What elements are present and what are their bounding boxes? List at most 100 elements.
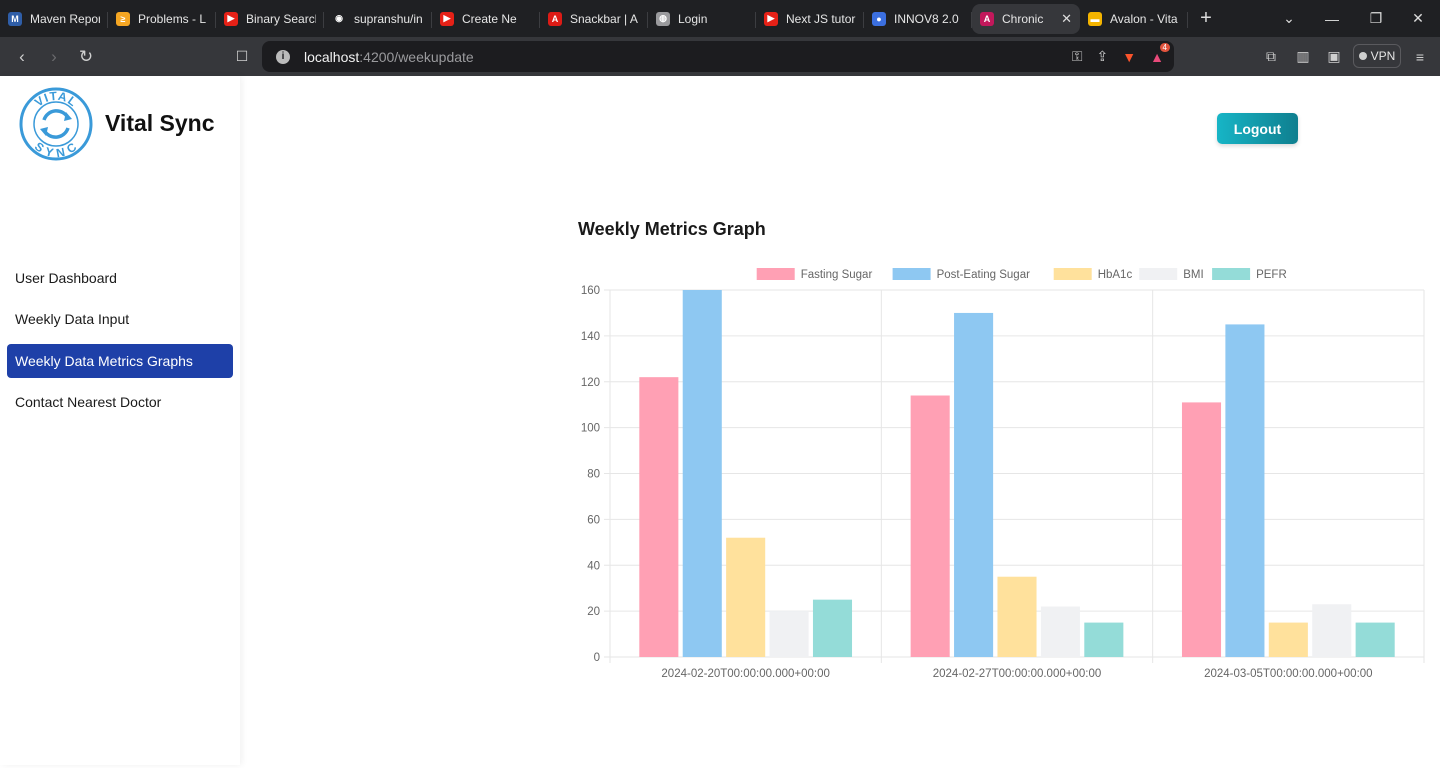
brave-shield-icon[interactable]: ▼ (1122, 49, 1136, 65)
tab-title: Binary Search (246, 11, 316, 26)
bar-fasting-sugar (1181, 402, 1222, 657)
tab-favicon-icon: ● (872, 11, 886, 26)
legend-label: PEFR (1256, 269, 1287, 281)
share-icon[interactable]: ⇪ (1097, 48, 1109, 65)
new-tab-button[interactable]: + (1192, 7, 1220, 30)
y-tick-label: 60 (587, 514, 600, 526)
brave-rewards-icon[interactable]: ▲ 4 (1150, 42, 1170, 65)
tab-title: Avalon - Vita (1110, 11, 1178, 26)
browser-tab[interactable]: ▶ Create Ne (432, 4, 540, 34)
forward-icon[interactable]: › (38, 41, 70, 73)
tab-search-icon[interactable]: ⌄ (1267, 0, 1311, 37)
minimize-icon[interactable]: — (1310, 0, 1354, 37)
sidebar-item-user-dashboard[interactable]: User Dashboard (7, 261, 233, 295)
page-title: Weekly Metrics Graph (578, 219, 766, 239)
bar-fasting-sugar (639, 377, 679, 657)
bookmark-icon[interactable]: ☐ (230, 37, 254, 76)
bar-post-eating-sugar (954, 312, 994, 657)
rewards-badge: 4 (1159, 42, 1170, 52)
browser-tab[interactable]: A Snackbar | A (540, 4, 648, 34)
legend-swatch (1053, 268, 1092, 280)
sidebar-nav: User Dashboard Weekly Data Input Weekly Da… (7, 261, 233, 426)
legend-swatch (1212, 268, 1251, 280)
tab-favicon-icon: ▶ (764, 11, 778, 26)
bar-pefr (1355, 622, 1395, 657)
legend-swatch (892, 268, 931, 280)
tab-strip: M Maven Repor ≥ Problems - L ▶ Binary Search ◉… (0, 3, 1188, 34)
logo-text-bottom: SYNC (32, 139, 79, 160)
svg-text:SYNC: SYNC (32, 139, 80, 160)
legend-label: HbA1c (1098, 269, 1133, 281)
y-tick-label: 100 (581, 423, 600, 435)
browser-tab[interactable]: A Chronic ✕ (972, 3, 1080, 34)
vpn-status-icon (1358, 52, 1367, 60)
extensions-icon[interactable]: ⧉ (1260, 37, 1282, 76)
browser-tab[interactable]: ◍ Login (648, 4, 756, 34)
wallet-icon[interactable]: ▣ (1323, 37, 1345, 76)
tab-title: Chronic (1002, 11, 1044, 26)
site-info-icon[interactable]: i (276, 49, 290, 64)
browser-tab-bar: M Maven Repor ≥ Problems - L ▶ Binary Search ◉… (0, 0, 1440, 37)
bar-pefr (812, 599, 853, 657)
bar-bmi (769, 611, 809, 657)
browser-tab[interactable]: ▬ Avalon - Vita (1080, 4, 1188, 34)
menu-icon[interactable]: ≡ (1409, 37, 1431, 76)
brand-name: Vital Sync (105, 110, 215, 136)
legend-label: Post-Eating Sugar (937, 269, 1031, 281)
back-icon[interactable]: ‹ (6, 41, 38, 73)
close-window-icon[interactable]: ✕ (1396, 0, 1440, 37)
sidebar: VITAL SYNC Vital Sync User Dashboard Week… (0, 76, 240, 765)
tab-favicon-icon: ▶ (224, 11, 238, 26)
close-tab-icon[interactable]: ✕ (1061, 11, 1072, 27)
weekly-metrics-chart: 0 20 40 60 80 100 120 140 160 2024-02-20T00:00:00… (581, 268, 1425, 680)
tab-title: supranshu/in (354, 11, 423, 26)
key-icon[interactable]: ⚿ (1072, 48, 1083, 65)
sidebar-toggle-icon[interactable]: ▥ (1292, 37, 1314, 76)
sidebar-item-weekly-data-metrics-graphs[interactable]: Weekly Data Metrics Graphs (7, 343, 233, 378)
logout-button[interactable]: Logout (1217, 113, 1298, 144)
legend-label: BMI (1183, 269, 1203, 281)
browser-tab[interactable]: ▶ Binary Search (216, 4, 324, 34)
legend-swatch (756, 268, 795, 280)
y-tick-label: 0 (594, 652, 600, 664)
tab-title: Maven Repor (30, 11, 100, 26)
x-tick-label: 2024-02-27T00:00:00.000+00:00 (933, 668, 1102, 680)
tab-favicon-icon: ≥ (116, 11, 130, 26)
y-tick-label: 120 (581, 377, 600, 389)
app-page: VITAL SYNC Vital Sync User Dashboard Week… (0, 76, 1440, 765)
tab-favicon-icon: A (980, 11, 994, 26)
x-tick-label: 2024-02-20T00:00:00.000+00:00 (661, 668, 830, 680)
bar-post-eating-sugar (1225, 324, 1265, 657)
tab-favicon-icon: ◉ (335, 13, 343, 23)
sidebar-item-contact-nearest-doctor[interactable]: Contact Nearest Doctor (7, 385, 233, 419)
address-bar[interactable]: i localhost:4200/weekupdate ⚿ ⇪ ▼ ▲ 4 (262, 41, 1174, 72)
tab-favicon-icon: ▬ (1088, 11, 1102, 26)
legend-label: Fasting Sugar (801, 269, 873, 281)
sidebar-item-weekly-data-input[interactable]: Weekly Data Input (7, 302, 233, 336)
browser-tab[interactable]: ▶ Next JS tutor (756, 4, 864, 34)
browser-tab[interactable]: ● INNOV8 2.0 (864, 4, 972, 34)
url-host: localhost (304, 48, 360, 65)
reload-icon[interactable]: ↻ (70, 41, 102, 73)
tab-title: INNOV8 2.0 (894, 11, 959, 26)
browser-tab[interactable]: M Maven Repor (0, 4, 108, 34)
browser-tab[interactable]: ≥ Problems - L (108, 4, 216, 34)
legend-swatch (1139, 268, 1178, 280)
y-tick-label: 40 (587, 560, 600, 572)
tab-title: Snackbar | A (570, 11, 638, 26)
bar-post-eating-sugar (682, 290, 722, 657)
maximize-icon[interactable]: ❐ (1354, 0, 1398, 37)
tab-favicon-icon: ▶ (440, 11, 454, 26)
bar-bmi (1040, 606, 1080, 657)
tab-title: Login (678, 11, 708, 26)
address-bar-icons: ⚿ ⇪ ▼ ▲ 4 (1072, 41, 1170, 72)
vital-sync-logo: VITAL SYNC (19, 87, 93, 161)
y-tick-label: 160 (581, 285, 600, 297)
bar-fasting-sugar (910, 395, 950, 657)
bar-hba1c (1268, 622, 1308, 657)
vpn-button[interactable]: VPN (1353, 44, 1401, 68)
y-tick-label: 140 (581, 331, 600, 343)
browser-tab[interactable]: ◉ supranshu/in (324, 4, 432, 34)
y-tick-label: 80 (587, 469, 600, 481)
bar-pefr (1084, 622, 1124, 657)
